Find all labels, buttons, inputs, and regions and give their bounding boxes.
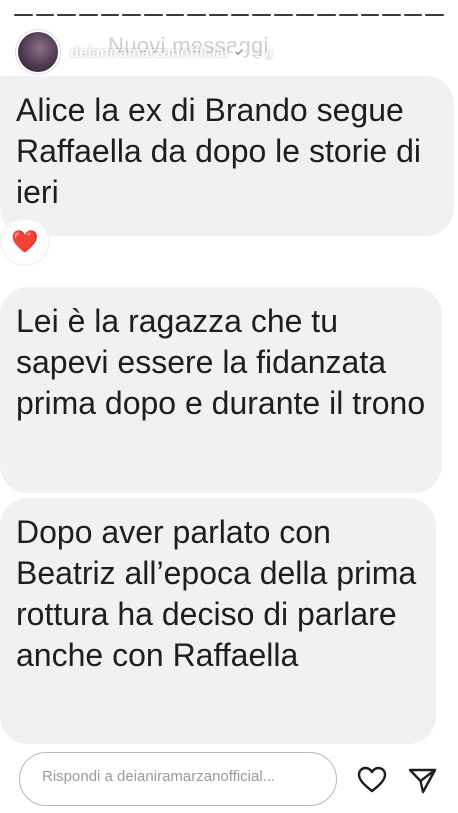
verified-badge-icon: [232, 45, 246, 59]
progress-segment: [295, 14, 315, 16]
story-header: deianiramarzanofficial 1 g: [16, 30, 444, 74]
more-horizontal-icon[interactable]: [420, 49, 444, 55]
reply-field[interactable]: Rispondi a deianiramarzanofficial...: [19, 752, 337, 806]
progress-segment: [187, 14, 206, 16]
progress-segment: [78, 14, 98, 16]
progress-segment: [317, 14, 336, 16]
story-progress-bar: [14, 14, 445, 16]
heart-outline-icon[interactable]: [356, 764, 388, 796]
progress-segment: [425, 14, 445, 16]
message-bubble: Dopo aver parlato con Beatriz all’epoca …: [0, 498, 436, 744]
message-bubble: Alice la ex di Brando segue Raffaella da…: [0, 76, 454, 236]
heart-reaction-icon: ❤️: [2, 220, 48, 264]
progress-segment: [57, 14, 76, 16]
progress-segment: [14, 14, 33, 16]
post-time: 1 g: [254, 44, 273, 60]
progress-segment: [122, 14, 141, 16]
progress-segment: [273, 14, 293, 16]
reply-input[interactable]: Rispondi a deianiramarzanofficial...: [42, 768, 322, 785]
avatar[interactable]: [16, 30, 60, 74]
progress-segment: [143, 14, 163, 16]
play-icon[interactable]: [382, 43, 398, 61]
progress-segment: [252, 14, 271, 16]
progress-segment: [208, 14, 228, 16]
message-bubble: Lei è la ragazza che tu sapevi essere la…: [0, 287, 442, 493]
progress-segment: [35, 14, 55, 16]
progress-segment: [403, 14, 423, 16]
progress-segment: [100, 14, 120, 16]
progress-segment: [360, 14, 380, 16]
username[interactable]: deianiramarzanofficial: [70, 44, 228, 61]
progress-segment: [165, 14, 185, 16]
paper-plane-icon[interactable]: [406, 764, 438, 796]
progress-segment: [230, 14, 250, 16]
progress-segment: [382, 14, 401, 16]
progress-segment: [338, 14, 358, 16]
